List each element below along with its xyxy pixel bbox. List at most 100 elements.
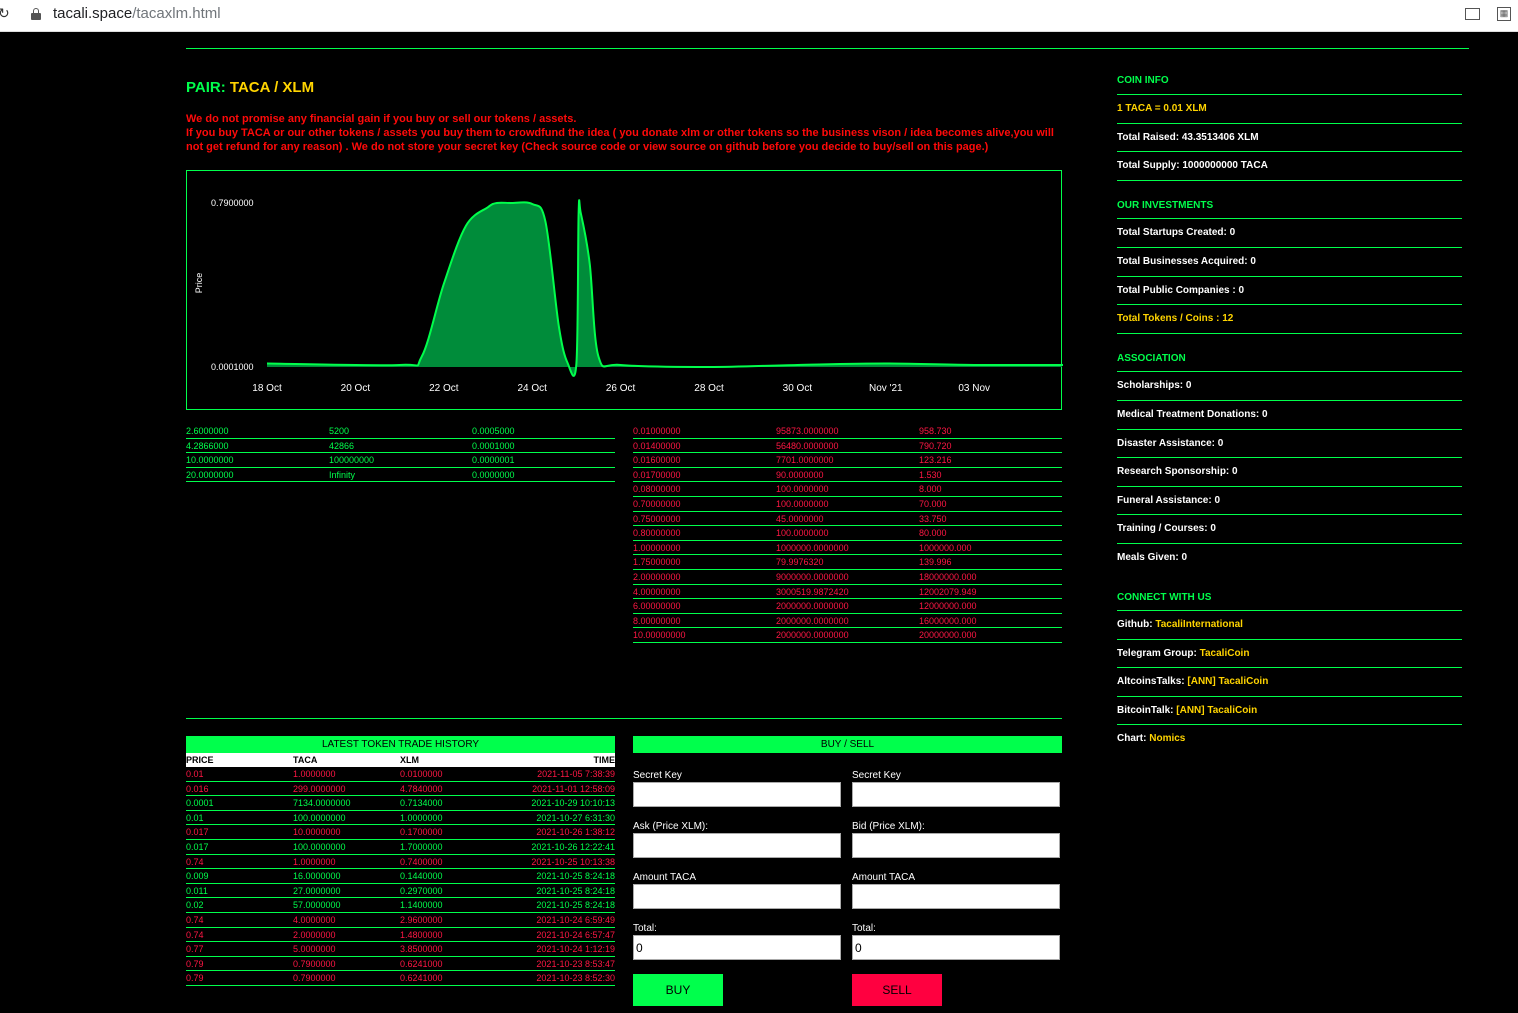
bitcointalk-label: BitcoinTalk: bbox=[1117, 704, 1177, 716]
trade-time: 2021-10-24 6:59:49 bbox=[536, 914, 615, 925]
ask-row[interactable]: 0.80000000 100.0000000 80.000 bbox=[633, 526, 1062, 541]
trade-history-row: 0.74 1.0000000 0.7400000 2021-10-25 10:13:3… bbox=[186, 855, 615, 870]
ask-row[interactable]: 2.00000000 9000000.0000000 18000000.000 bbox=[633, 570, 1062, 585]
altcoinstalks-link[interactable]: [ANN] TacaliCoin bbox=[1187, 676, 1268, 687]
order-price: 1.75000000 bbox=[633, 557, 681, 568]
sell-amount-input[interactable] bbox=[852, 884, 1060, 909]
order-amount: 2000000.0000000 bbox=[776, 630, 849, 641]
x-tick-label: 30 Oct bbox=[783, 383, 813, 394]
sell-bid-price-field: Bid (Price XLM): bbox=[852, 821, 1060, 858]
lock-icon[interactable] bbox=[31, 8, 41, 20]
ask-row[interactable]: 1.75000000 79.9976320 139.996 bbox=[633, 555, 1062, 570]
trade-history-row: 0.016 299.0000000 4.7840000 2021-11-01 12:5… bbox=[186, 782, 615, 797]
buy-amount-field: Amount TACA bbox=[633, 872, 841, 909]
bitcointalk-link[interactable]: [ANN] TacaliCoin bbox=[1176, 705, 1257, 716]
trade-price: 0.017 bbox=[186, 841, 209, 852]
order-amount: Infinity bbox=[329, 469, 356, 480]
order-value: 1000000.000 bbox=[919, 542, 972, 553]
disaster-assistance: Disaster Assistance: 0 bbox=[1117, 430, 1462, 459]
trade-taca: 16.0000000 bbox=[293, 871, 341, 882]
trade-taca: 27.0000000 bbox=[293, 885, 341, 896]
y-tick-max: 0.7900000 bbox=[211, 198, 254, 208]
browser-url-bar: ↻ tacali.space/tacaxlm.html ▦ bbox=[0, 0, 1518, 32]
trade-time: 2021-10-25 8:24:18 bbox=[536, 900, 615, 911]
bid-row[interactable]: 4.2866000 42866 0.0001000 bbox=[186, 439, 615, 454]
x-tick-label: Nov '21 bbox=[869, 383, 903, 394]
order-amount: 5200 bbox=[329, 426, 350, 436]
trade-xlm: 0.7400000 bbox=[400, 856, 443, 867]
ask-row[interactable]: 8.00000000 2000000.0000000 16000000.000 bbox=[633, 614, 1062, 629]
ask-row[interactable]: 0.01000000 95873.0000000 958.730 bbox=[633, 424, 1062, 439]
trade-price: 0.01 bbox=[186, 769, 204, 779]
trade-xlm: 1.4800000 bbox=[400, 929, 443, 940]
trade-xlm: 3.8500000 bbox=[400, 944, 443, 955]
order-price: 2.00000000 bbox=[633, 571, 681, 582]
buy-secret-key-input[interactable] bbox=[633, 782, 841, 807]
buy-button[interactable]: BUY bbox=[633, 974, 723, 1006]
trade-taca: 0.7900000 bbox=[293, 973, 336, 984]
trade-time: 2021-10-25 8:24:18 bbox=[536, 871, 615, 882]
ask-row[interactable]: 0.01400000 56480.0000000 790.720 bbox=[633, 439, 1062, 454]
trade-history-columns: PRICE TACA XLM TIME bbox=[186, 753, 615, 767]
order-value: 0.0005000 bbox=[472, 426, 515, 436]
sell-total-input[interactable] bbox=[852, 935, 1060, 960]
price-area-fill bbox=[267, 200, 1063, 376]
ask-row[interactable]: 0.75000000 45.0000000 33.750 bbox=[633, 512, 1062, 527]
connect-heading: CONNECT WITH US bbox=[1117, 573, 1462, 612]
ask-row[interactable]: 10.00000000 2000000.0000000 20000000.000 bbox=[633, 628, 1062, 643]
x-tick-label: 20 Oct bbox=[341, 383, 371, 394]
nomics-link[interactable]: Nomics bbox=[1149, 733, 1185, 744]
trade-time: 2021-10-24 1:12:19 bbox=[536, 944, 615, 955]
ask-row[interactable]: 4.00000000 3000519.9872420 12002079.949 bbox=[633, 585, 1062, 600]
buy-total-label: Total: bbox=[633, 923, 657, 934]
chart-label: Chart: bbox=[1117, 733, 1150, 745]
order-price: 0.08000000 bbox=[633, 484, 681, 495]
trade-history-row: 0.74 2.0000000 1.4800000 2021-10-24 6:57:47 bbox=[186, 928, 615, 943]
buy-ask-price-field: Ask (Price XLM): bbox=[633, 821, 841, 858]
ask-row[interactable]: 0.01600000 7701.0000000 123.216 bbox=[633, 453, 1062, 468]
buy-total-input[interactable] bbox=[633, 935, 841, 960]
sidebar: COIN INFO 1 TACA = 0.01 XLM Total Raised… bbox=[1117, 66, 1462, 754]
sell-bid-price-input[interactable] bbox=[852, 833, 1060, 858]
order-value: 70.000 bbox=[919, 498, 947, 509]
ask-row[interactable]: 0.01700000 90.0000000 1.530 bbox=[633, 468, 1062, 483]
ask-row[interactable]: 1.00000000 1000000.0000000 1000000.000 bbox=[633, 541, 1062, 556]
sell-button[interactable]: SELL bbox=[852, 974, 942, 1006]
coin-rate: 1 TACA = 0.01 XLM bbox=[1117, 95, 1462, 124]
chart-row: Chart: Nomics bbox=[1117, 725, 1462, 754]
trade-xlm: 0.1700000 bbox=[400, 827, 443, 838]
order-amount: 2000000.0000000 bbox=[776, 601, 849, 612]
buy-amount-input[interactable] bbox=[633, 884, 841, 909]
trade-history-row: 0.02 57.0000000 1.1400000 2021-10-25 8:24:1… bbox=[186, 898, 615, 913]
startups-created: Total Startups Created: 0 bbox=[1117, 219, 1462, 248]
ask-row[interactable]: 0.08000000 100.0000000 8.000 bbox=[633, 482, 1062, 497]
trade-price: 0.74 bbox=[186, 856, 204, 867]
total-supply: Total Supply: 1000000000 TACA bbox=[1117, 152, 1462, 181]
order-amount: 1000000.0000000 bbox=[776, 542, 849, 553]
trade-taca: 0.7900000 bbox=[293, 958, 336, 969]
reload-icon[interactable]: ↻ bbox=[0, 6, 10, 22]
ask-row[interactable]: 6.00000000 2000000.0000000 12000000.000 bbox=[633, 599, 1062, 614]
bid-row[interactable]: 20.0000000 Infinity 0.0000000 bbox=[186, 468, 615, 483]
github-link[interactable]: TacaliInternational bbox=[1155, 619, 1243, 630]
buy-sell-panel: BUY / SELL bbox=[633, 736, 1062, 753]
address-bar[interactable]: tacali.space/tacaxlm.html bbox=[53, 5, 221, 22]
order-amount: 95873.0000000 bbox=[776, 426, 839, 436]
ask-row[interactable]: 0.70000000 100.0000000 70.000 bbox=[633, 497, 1062, 512]
sell-secret-key-input[interactable] bbox=[852, 782, 1060, 807]
buy-ask-price-input[interactable] bbox=[633, 833, 841, 858]
telegram-link[interactable]: TacaliCoin bbox=[1200, 648, 1250, 659]
telegram-label: Telegram Group: bbox=[1117, 647, 1200, 659]
trade-history-row: 0.009 16.0000000 0.1440000 2021-10-25 8:24:… bbox=[186, 869, 615, 884]
sell-secret-key-field: Secret Key bbox=[852, 770, 1060, 807]
buy-total-field: Total: bbox=[633, 923, 841, 960]
cast-icon[interactable] bbox=[1465, 8, 1480, 20]
bid-row[interactable]: 2.6000000 5200 0.0005000 bbox=[186, 424, 615, 439]
bid-row[interactable]: 10.0000000 100000000 0.0000001 bbox=[186, 453, 615, 468]
ask-order-table: 0.01000000 95873.0000000 958.730 0.01400000… bbox=[633, 424, 1062, 643]
order-price: 0.01600000 bbox=[633, 455, 681, 466]
trade-time: 2021-10-29 10:10:13 bbox=[531, 798, 615, 809]
extension-icon[interactable]: ▦ bbox=[1497, 7, 1511, 21]
training-courses: Training / Courses: 0 bbox=[1117, 515, 1462, 544]
pair-quote: XLM bbox=[282, 79, 315, 96]
